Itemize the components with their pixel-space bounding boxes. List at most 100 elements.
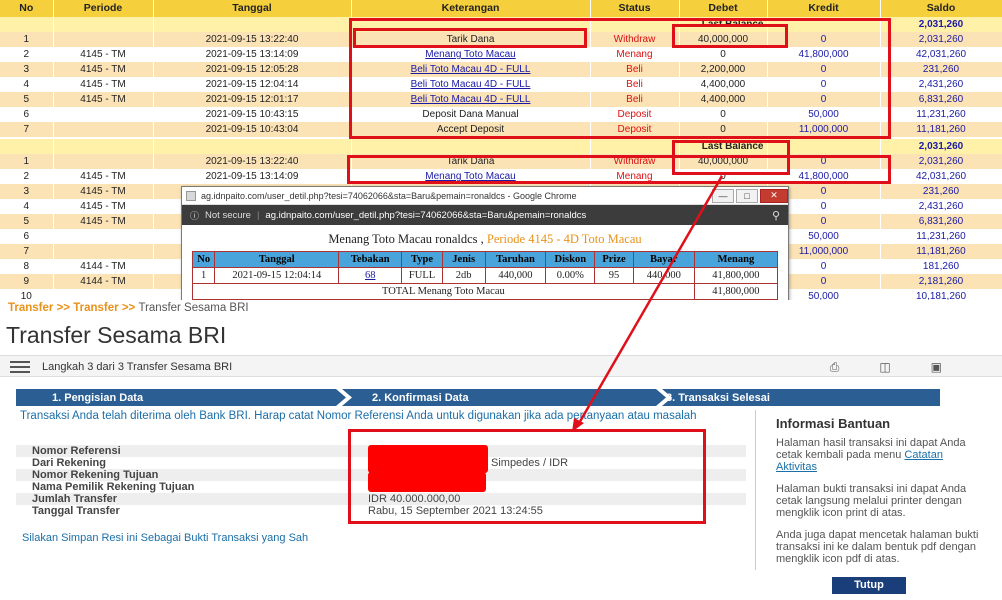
step-2: 2. Konfirmasi Data [372,392,469,404]
cell-saldo: 2,181,260 [880,274,1002,289]
save-note: Silakan Simpan Resi ini Sebagai Bukti Tr… [22,532,309,544]
cell-saldo: 231,260 [880,62,1002,77]
cell-no: 4 [0,199,54,214]
pt-col-tebakan: Tebakan [338,251,403,268]
cell-tanggal: 2021-09-15 10:43:04 [153,122,352,137]
cell-no: 8 [0,259,54,274]
step-label: Langkah 3 dari 3 Transfer Sesama BRI [42,361,233,373]
col-no: No [0,0,54,17]
save-icon[interactable]: ▣ [931,360,942,375]
cell-tanggal: 2021-09-15 13:14:09 [153,169,352,184]
pt-col-menang: Menang [693,251,779,268]
minimize-icon[interactable]: — [712,188,734,203]
cell-saldo: 11,231,260 [880,107,1002,122]
cell-no: 7 [0,122,54,137]
toolbar-icons: ⎙ ◫ ▣ [830,360,942,375]
cell-no: 9 [0,274,54,289]
confirmation-message: Transaksi Anda telah diterima oleh Bank … [20,410,697,422]
popup-window-title: ag.idnpaito.com/user_detil.php?tesi=7406… [201,190,577,201]
cell-tanggal: 2021-09-15 12:04:14 [153,77,352,92]
cell-saldo: 6,831,260 [880,92,1002,107]
col-tanggal: Tanggal [153,0,352,17]
col-keterangan: Keterangan [351,0,591,17]
cell-saldo: 2,031,260 [880,154,1002,169]
last-balance-row-2: Last Balance 2,031,260 [0,139,1002,154]
win-table-total: TOTAL Menang Toto Macau 41,800,000 [192,283,779,300]
cell-no: 7 [0,244,54,259]
cell-periode [53,107,154,122]
warning-icon: ⓘ [190,210,200,221]
cell-no: 1 [0,32,54,47]
win-detail-table: No Tanggal Tebakan Type Jenis Taruhan Di… [191,251,779,300]
crumb-current: Transfer Sesama BRI [138,302,249,314]
col-debet: Debet [679,0,768,17]
cell-tanggal: 2021-09-15 13:22:40 [153,32,352,47]
pt-col-diskon: Diskon [545,251,596,268]
cell-no: 4 [0,77,54,92]
pt-col-type: Type [401,251,443,268]
field-label: Jumlah Transfer [32,493,117,505]
cell-tanggal: 2021-09-15 10:43:15 [153,107,352,122]
address-bar[interactable]: ⓘ Not secure | ag.idnpaito.com/user_deti… [182,205,788,225]
cell-saldo: 2,031,260 [880,32,1002,47]
help-paragraph-2: Halaman bukti transaksi ini dapat Anda c… [776,483,967,519]
pt-col-no: No [191,251,216,268]
cell-periode [53,154,154,169]
pt-tanggal: 2021-09-15 12:04:14 [214,267,340,284]
crumb-sep-2: >> [121,302,139,314]
pdf-icon[interactable]: ◫ [879,360,890,375]
chrome-popup-window: ag.idnpaito.com/user_detil.php?tesi=7406… [181,186,789,302]
print-icon[interactable]: ⎙ [830,360,840,375]
step-1: 1. Pengisian Data [52,392,144,404]
popup-heading-text: Menang Toto Macau ronaldcs , [328,232,484,246]
pt-total-value: 41,800,000 [693,283,779,300]
pt-menang: 41,800,000 [693,267,779,284]
field-label: Nama Pemilik Rekening Tujuan [32,481,195,493]
progress-steps-bg [16,389,940,406]
help-panel: Informasi Bantuan Halaman hasil transaks… [776,416,986,575]
pt-tebakan-link[interactable]: 68 [338,267,403,284]
cell-no: 5 [0,92,54,107]
cell-periode: 4145 - TM [53,214,154,229]
url-text[interactable]: ag.idnpaito.com/user_detil.php?tesi=7406… [265,210,586,221]
crumb-transfer-2[interactable]: Transfer [73,302,118,314]
popup-titlebar: ag.idnpaito.com/user_detil.php?tesi=7406… [182,187,788,205]
cell-saldo: 6,831,260 [880,214,1002,229]
cell-saldo: 11,181,260 [880,122,1002,137]
progress-steps: 1. Pengisian Data 2. Konfirmasi Data 3. … [16,389,940,406]
close-icon[interactable]: ✕ [760,188,788,203]
win-table-header: No Tanggal Tebakan Type Jenis Taruhan Di… [191,251,779,268]
pt-bayar: 440,000 [632,267,695,284]
cell-periode: 4145 - TM [53,77,154,92]
cell-periode: 4144 - TM [53,274,154,289]
col-status: Status [590,0,680,17]
cell-saldo: 2,431,260 [880,77,1002,92]
annotation-box-ledger-2 [347,155,891,184]
zoom-icon[interactable]: ⚲ [772,209,780,222]
cell-saldo: 2,431,260 [880,199,1002,214]
crumb-sep-1: >> [56,302,74,314]
help-paragraph-3: Anda juga dapat mencetak halaman bukti t… [776,529,979,565]
annotation-box-tarik-dana [353,28,587,48]
cell-periode: 4145 - TM [53,169,154,184]
pt-type: FULL [401,267,443,284]
cell-no: 6 [0,229,54,244]
cell-periode: 4145 - TM [53,62,154,77]
cell-periode: 4145 - TM [53,47,154,62]
close-button[interactable]: Tutup [832,577,906,594]
menu-icon[interactable] [10,361,30,373]
maximize-icon[interactable]: □ [736,188,758,203]
pt-total-label: TOTAL Menang Toto Macau [192,283,695,300]
cell-periode [53,229,154,244]
cell-no: 5 [0,214,54,229]
field-label: Dari Rekening [32,457,106,469]
cell-no: 1 [0,154,54,169]
annotation-box-debet-2 [672,140,790,175]
divider [755,410,756,570]
crumb-transfer-1[interactable]: Transfer [8,302,53,314]
help-paragraph-1: Halaman hasil transaksi ini dapat Anda c… [776,437,986,473]
window-controls: — □ ✕ [710,188,788,203]
cell-no: 3 [0,184,54,199]
col-saldo: Saldo [880,0,1002,17]
pt-prize: 95 [594,267,634,284]
